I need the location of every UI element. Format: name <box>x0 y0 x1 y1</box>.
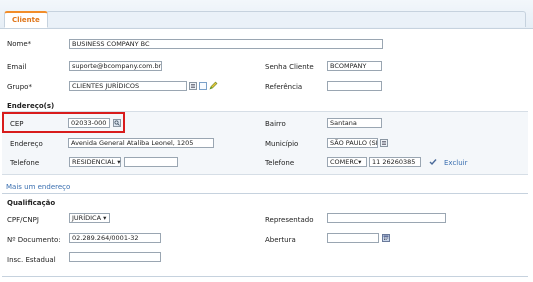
email-label: Email <box>7 63 27 71</box>
inscricao-label: Insc. Estadual <box>7 256 56 264</box>
referencia-input[interactable] <box>327 81 382 91</box>
telefone1-label: Telefone <box>10 159 40 167</box>
telefone1-type-select[interactable]: RESIDENCIAL ▾ <box>69 157 121 167</box>
bottom-divider <box>2 276 528 277</box>
nome-input[interactable]: BUSINESS COMPANY BC <box>69 39 383 49</box>
representado-label: Representado <box>265 216 314 224</box>
endereco-section-title: Endereço(s) <box>7 102 55 110</box>
cep-highlight-box <box>2 112 125 133</box>
qualificacao-section-title: Qualificação <box>7 199 56 207</box>
cpfcnpj-label: CPF/CNPJ <box>7 216 39 224</box>
referencia-label: Referência <box>265 83 303 91</box>
bairro-input[interactable]: Santana <box>327 118 382 128</box>
pencil-icon[interactable] <box>209 81 218 90</box>
chevron-down-icon: ▾ <box>117 158 121 166</box>
telefone1-input[interactable] <box>124 157 178 167</box>
inscricao-input[interactable] <box>69 252 161 262</box>
municipio-input[interactable]: SÃO PAULO (SP) <box>327 138 378 148</box>
senha-label: Senha Cliente <box>265 63 314 71</box>
abertura-input[interactable] <box>327 233 379 243</box>
list-icon[interactable] <box>189 82 197 90</box>
cpfcnpj-select[interactable]: JURÍDICA ▾ <box>69 213 110 223</box>
telefone2-type-select[interactable]: COMERC▾ <box>327 157 367 167</box>
tab-cliente[interactable]: Cliente <box>4 11 48 28</box>
nome-label: Nome* <box>7 40 32 48</box>
section-divider <box>2 193 528 194</box>
municipio-list-icon[interactable] <box>380 139 388 147</box>
mais-endereco-link[interactable]: Mais um endereço <box>6 183 70 191</box>
chevron-down-icon: ▾ <box>103 214 107 222</box>
excluir-link[interactable]: Excluir <box>444 159 468 167</box>
telefone2-input[interactable]: 11 26260385 <box>369 157 421 167</box>
endereco-input[interactable]: Avenida General Ataliba Leonel, 1205 <box>68 138 214 148</box>
telefone1-type-value: RESIDENCIAL <box>72 158 116 166</box>
document-icon[interactable] <box>199 82 207 90</box>
email-input[interactable]: suporte@bcompany.com.br <box>69 61 162 71</box>
abertura-label: Abertura <box>265 236 296 244</box>
check-icon <box>429 158 437 166</box>
endereco-label: Endereço <box>10 140 43 148</box>
documento-input[interactable]: 02.289.264/0001-32 <box>69 233 161 243</box>
chevron-down-icon: ▾ <box>358 158 362 166</box>
grupo-input[interactable]: CLIENTES JURÍDICOS <box>69 81 187 91</box>
representado-input[interactable] <box>327 213 446 223</box>
documento-label: Nº Documento: <box>7 236 61 244</box>
senha-input[interactable]: BCOMPANY <box>327 61 382 71</box>
calendar-icon[interactable] <box>382 234 390 242</box>
bairro-label: Bairro <box>265 120 286 128</box>
tab-strip <box>46 11 526 27</box>
grupo-label: Grupo* <box>7 83 32 91</box>
telefone2-label: Telefone <box>265 159 295 167</box>
cpfcnpj-value: JURÍDICA <box>72 214 102 222</box>
municipio-label: Município <box>265 140 299 148</box>
telefone2-type-value: COMERC <box>330 158 359 166</box>
